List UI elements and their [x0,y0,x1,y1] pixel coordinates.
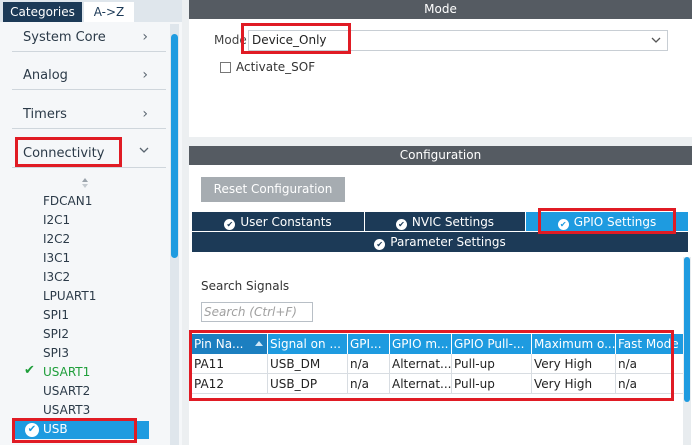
check-icon: ✔ [24,363,35,378]
search-signals-title: Search Signals [201,279,290,293]
peripheral-item-i3c1[interactable]: I3C1 [43,249,70,268]
chevron-right-icon: › [142,106,148,122]
peripheral-item-i2c1[interactable]: I2C1 [43,211,70,230]
peripheral-item-fdcan1[interactable]: FDCAN1 [43,192,92,211]
check-circle-icon: ✔ [395,219,407,230]
peripheral-item-i2c2[interactable]: I2C2 [43,230,70,249]
peripheral-item-spi1[interactable]: SPI1 [43,306,69,325]
tab-a-to-z[interactable]: A->Z [84,2,134,22]
highlight-box-usb [12,418,137,443]
search-signals-input[interactable] [201,302,313,322]
activate-sof-checkbox[interactable] [220,62,231,73]
highlight-box-connectivity [15,137,122,167]
tab-label: User Constants [240,215,332,229]
peripheral-item-i3c2[interactable]: I3C2 [43,268,70,287]
peripheral-item-usart2[interactable]: USART2 [43,382,90,401]
category-label: Timers [23,107,67,122]
activate-sof-label: Activate_SOF [236,60,316,74]
sidebar-scrollbar-thumb[interactable] [171,34,178,258]
highlight-box-signals-table [189,330,674,401]
configuration-scrollbar-thumb[interactable] [684,257,690,402]
category-label: Analog [23,68,68,83]
tab-label: NVIC Settings [411,215,495,229]
peripheral-item-spi3[interactable]: SPI3 [43,344,69,363]
mode-section-header: Mode [189,0,692,19]
category-timers[interactable]: Timers › [12,101,166,129]
tab-label: Parameter Settings [390,235,506,249]
category-label: System Core [23,30,106,45]
chevron-right-icon: › [142,29,148,45]
configuration-section-header: Configuration [189,146,692,165]
highlight-box-gpio-settings [538,208,676,234]
chevron-right-icon: › [142,67,148,83]
chevron-down-icon [138,144,150,160]
category-analog[interactable]: Analog › [12,62,166,90]
tab-categories[interactable]: Categories [3,2,82,22]
reset-configuration-button[interactable]: Reset Configuration [201,177,345,202]
tab-user-constants[interactable]: ✔ User Constants [192,212,364,232]
peripheral-item-usart1[interactable]: USART1 [43,363,90,382]
categories-tab-bar: Categories A->Z [0,0,182,22]
chevron-down-icon [650,31,662,53]
check-circle-icon: ✔ [374,239,386,250]
highlight-box-mode-value [241,23,351,54]
peripheral-item-spi2[interactable]: SPI2 [43,325,69,344]
categories-panel: Categories A->Z System Core › Analog › T… [0,0,182,445]
sort-arrows-icon[interactable] [81,177,89,189]
peripheral-item-lpuart1[interactable]: LPUART1 [43,287,96,306]
tab-parameter-settings[interactable]: ✔ Parameter Settings [192,232,688,252]
check-circle-icon: ✔ [224,219,236,230]
category-system-core[interactable]: System Core › [12,24,166,52]
tab-nvic-settings[interactable]: ✔ NVIC Settings [365,212,525,232]
